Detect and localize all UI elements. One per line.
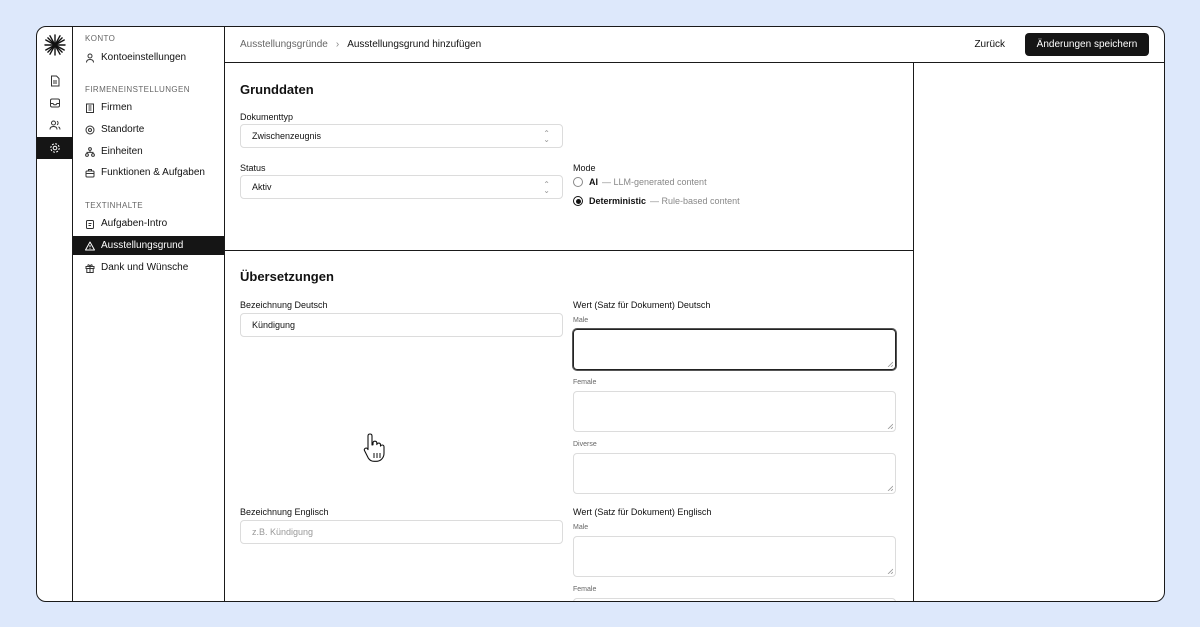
settings-gear-icon[interactable] [37,137,73,159]
section-heading-uebersetzungen: Übersetzungen [240,269,334,284]
status-label: Status [240,163,266,173]
female-label: Female [573,586,597,593]
form-panel: Grunddaten Dokumenttyp Zwischenzeugnis ⌃… [225,63,914,601]
status-value: Aktiv [252,182,272,192]
section-heading-grunddaten: Grunddaten [240,82,314,97]
sidebar-item-firmen[interactable]: Firmen [73,98,224,117]
sidebar-item-kontoeinstellungen[interactable]: Kontoeinstellungen [73,48,224,67]
wert-englisch-female-textarea[interactable] [573,598,896,601]
radio-description: — LLM-generated content [602,177,707,187]
users-icon[interactable] [45,116,65,134]
radio-circle [573,196,583,206]
briefcase-icon [85,168,95,177]
bezeichnung-deutsch-input[interactable]: Kündigung [240,313,563,337]
section-title-konto: KONTO [85,34,116,43]
bezeichnung-englisch-label: Bezeichnung Englisch [240,507,329,517]
building-icon [86,103,94,113]
clipboard-icon [86,219,94,229]
input-placeholder: z.B. Kündigung [252,527,314,537]
dokumenttyp-value: Zwischenzeugnis [252,131,322,141]
settings-sidebar: KONTO Kontoeinstellungen FIRMENEINSTELLU… [73,27,225,601]
input-value: Kündigung [252,320,296,330]
hierarchy-icon [85,146,95,157]
warning-triangle-icon [85,241,95,250]
breadcrumb-separator: › [335,39,340,50]
save-changes-button[interactable]: Änderungen speichern [1025,33,1149,56]
male-label: Male [573,524,589,531]
radio-label: Deterministic [589,196,647,206]
sidebar-item-ausstellungsgrund[interactable]: Ausstellungsgrund [73,236,224,255]
resize-grip-icon [887,423,893,429]
female-label: Female [573,379,597,386]
back-button[interactable]: Zurück [974,39,1005,50]
logo-icon [44,34,66,56]
sidebar-item-einheiten[interactable]: Einheiten [73,142,224,161]
mode-radio-ai[interactable]: AI — LLM-generated content [573,177,707,187]
status-select[interactable]: Aktiv ⌃ ⌄ [240,175,563,199]
wert-deutsch-diverse-textarea[interactable] [573,453,896,494]
dokumenttyp-label: Dokumenttyp [240,112,294,122]
sidebar-item-funktionen-aufgaben[interactable]: Funktionen & Aufgaben [73,163,224,182]
select-chevron-icon: ⌃ ⌄ [543,129,550,144]
diverse-label: Diverse [573,441,597,448]
sidebar-item-standorte[interactable]: Standorte [73,120,224,139]
breadcrumb-parent-link[interactable]: Ausstellungsgründe [240,39,328,50]
dokumenttyp-select[interactable]: Zwischenzeugnis ⌃ ⌄ [240,124,563,148]
inbox-icon[interactable] [45,94,65,112]
wert-deutsch-female-textarea[interactable] [573,391,896,432]
radio-circle [573,177,583,187]
mode-label: Mode [573,163,596,173]
sidebar-item-label: Standorte [101,124,145,135]
hand-pointer-cursor-icon [363,433,385,462]
location-pin-icon [85,125,95,134]
bezeichnung-englisch-input[interactable]: z.B. Kündigung [240,520,563,544]
breadcrumb-current: Ausstellungsgrund hinzufügen [347,39,482,50]
breadcrumb: Ausstellungsgründe › Ausstellungsgrund h… [240,39,481,50]
resize-grip-icon [887,361,893,367]
wert-deutsch-label: Wert (Satz für Dokument) Deutsch [573,300,711,310]
wert-englisch-male-textarea[interactable] [573,536,896,577]
sidebar-item-label: Aufgaben-Intro [101,218,168,229]
radio-label: AI [589,177,598,187]
male-label: Male [573,317,589,324]
select-chevron-icon: ⌃ ⌄ [543,180,550,195]
sidebar-item-label: Ausstellungsgrund [101,240,184,251]
user-icon [86,53,94,63]
radio-description: — Rule-based content [650,196,740,206]
section-title-textinhalte: TEXTINHALTE [85,201,144,210]
section-title-firmeneinstellungen: FIRMENEINSTELLUNGEN [85,85,190,94]
wert-deutsch-male-textarea[interactable] [573,329,896,370]
documents-icon[interactable] [45,72,65,90]
sidebar-item-label: Kontoeinstellungen [101,52,187,63]
right-panel [915,63,1164,601]
sidebar-item-label: Dank und Wünsche [101,262,189,273]
section-divider [225,250,913,251]
gift-icon [85,263,95,273]
icon-rail [37,27,73,601]
resize-grip-icon [887,568,893,574]
top-bar: Ausstellungsgründe › Ausstellungsgrund h… [225,27,1164,63]
sidebar-item-label: Einheiten [101,146,143,157]
sidebar-item-dank-und-wuensche[interactable]: Dank und Wünsche [73,258,224,277]
sidebar-item-label: Funktionen & Aufgaben [101,167,205,178]
wert-englisch-label: Wert (Satz für Dokument) Englisch [573,507,712,517]
mode-radio-deterministic[interactable]: Deterministic — Rule-based content [573,196,740,206]
sidebar-item-aufgaben-intro[interactable]: Aufgaben-Intro [73,214,224,233]
resize-grip-icon [887,485,893,491]
sidebar-item-label: Firmen [101,102,133,113]
bezeichnung-deutsch-label: Bezeichnung Deutsch [240,300,328,310]
app-window: KONTO Kontoeinstellungen FIRMENEINSTELLU… [36,26,1165,602]
